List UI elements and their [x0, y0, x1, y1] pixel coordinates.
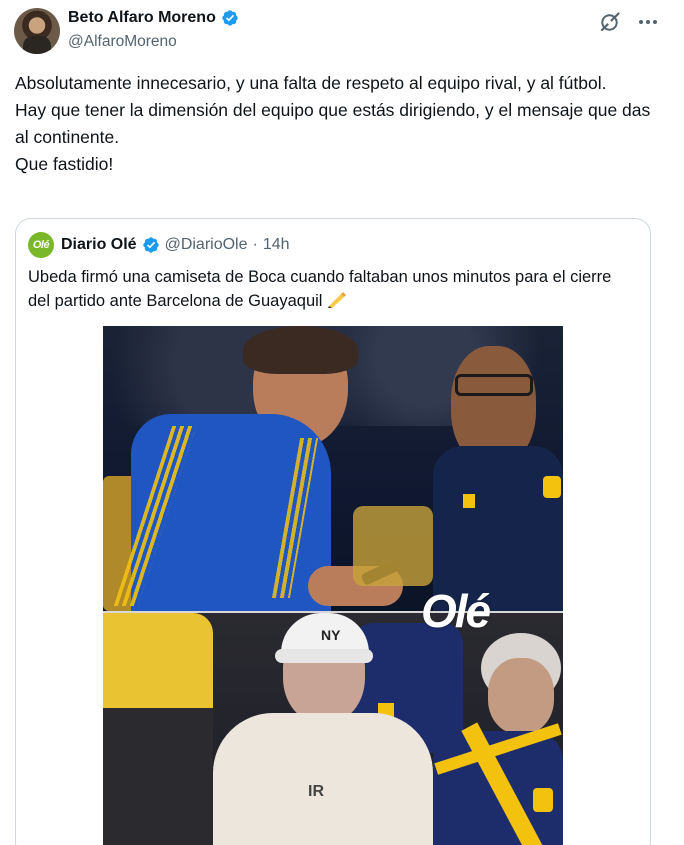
quoted-tweet-header: Olé Diario Olé @DiarioOle · 14h [28, 232, 290, 258]
verified-badge-icon [142, 237, 159, 253]
tweet-line: Que fastidio! [15, 154, 114, 174]
writing-hand-icon [328, 292, 347, 308]
quoted-tweet-text: Ubeda firmó una camiseta de Boca cuando … [28, 265, 628, 313]
media-panel-top [103, 326, 563, 611]
media-image[interactable]: NY IR Olé [103, 326, 563, 845]
verified-badge-icon [222, 10, 238, 26]
tweet-line: Hay que tener la dimensión del equipo qu… [15, 100, 651, 147]
quoted-text-body: Ubeda firmó una camiseta de Boca cuando … [28, 268, 612, 310]
quoted-author-avatar[interactable]: Olé [28, 232, 54, 258]
media-panel-bottom: NY IR [103, 613, 563, 845]
tweet-text: Absolutamente innecesario, y una falta d… [15, 70, 665, 178]
author-avatar[interactable] [14, 8, 60, 54]
author-name-row: Beto Alfaro Moreno [68, 9, 239, 27]
grok-icon[interactable] [598, 10, 622, 34]
author-handle[interactable]: @AlfaroMoreno [68, 33, 177, 51]
more-options-icon[interactable] [636, 12, 660, 32]
media-watermark: Olé [421, 585, 491, 637]
quoted-tweet[interactable]: Olé Diario Olé @DiarioOle · 14h Ubeda fi… [15, 218, 651, 845]
tweet-card: Beto Alfaro Moreno @AlfaroMoreno Absolut… [0, 0, 684, 845]
quoted-timestamp[interactable]: 14h [263, 236, 290, 254]
separator-dot: · [252, 236, 258, 253]
author-display-name[interactable]: Beto Alfaro Moreno [68, 9, 216, 27]
quoted-author-name[interactable]: Diario Olé [61, 236, 137, 254]
tweet-line: Absolutamente innecesario, y una falta d… [15, 73, 607, 93]
quoted-author-handle[interactable]: @DiarioOle [165, 236, 248, 254]
